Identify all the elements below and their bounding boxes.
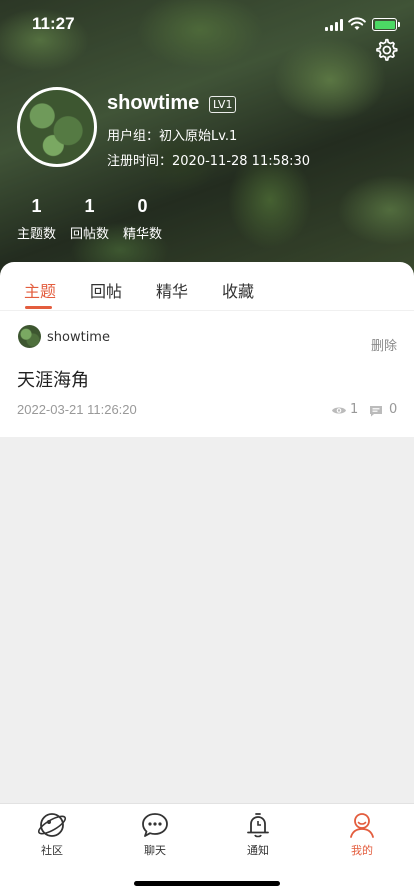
person-icon (350, 813, 374, 838)
delete-button[interactable]: 删除 (371, 335, 397, 354)
comment-icon (370, 406, 382, 417)
tab-favorites[interactable]: 收藏 (222, 278, 254, 302)
tabbar-label-me: 我的 (351, 844, 373, 857)
view-count: 1 (350, 402, 359, 417)
tab-replies[interactable]: 回帖 (90, 278, 122, 302)
chat-bubble-icon (142, 813, 168, 837)
tab-essence[interactable]: 精华 (156, 278, 188, 302)
home-indicator (134, 881, 280, 886)
tabbar-label-notifications: 通知 (247, 844, 269, 857)
stat-replies-value: 1 (84, 196, 95, 216)
tabbar-item-community[interactable]: 社区 (22, 810, 82, 858)
tabs-divider (0, 310, 414, 311)
post-time: 2022-03-21 11:26:20 (17, 402, 137, 417)
tabbar-label-chat: 聊天 (144, 844, 166, 857)
eye-icon (332, 407, 346, 414)
stat-topics-label: 主题数 (17, 227, 57, 242)
post-author-name[interactable]: showtime (47, 330, 110, 345)
wifi-icon (348, 17, 366, 30)
stat-essence-value: 0 (137, 196, 148, 216)
signal-icon (325, 19, 343, 31)
content-card: 主题 回帖 精华 收藏 showtime 删除 天涯海角 2022-03-21 … (0, 262, 414, 437)
status-bar: 11:27 (0, 0, 414, 48)
bell-icon (247, 813, 269, 838)
user-group-text: 用户组：初入原始Lv.1 (107, 129, 238, 144)
tab-topics[interactable]: 主题 (24, 278, 56, 302)
stat-essence[interactable]: 0 精华数 (123, 196, 162, 242)
gear-icon[interactable] (373, 37, 399, 63)
stat-topics-value: 1 (31, 196, 42, 216)
stat-replies-label: 回帖数 (70, 227, 110, 242)
tabbar-item-me[interactable]: 我的 (332, 810, 392, 858)
stat-replies[interactable]: 1 回帖数 (70, 196, 109, 242)
active-tab-indicator (25, 306, 52, 309)
planet-icon (37, 813, 67, 837)
tabbar-item-chat[interactable]: 聊天 (125, 810, 185, 858)
profile-username: showtime (107, 92, 200, 114)
level-badge: LV1 (209, 96, 237, 113)
tabbar-label-community: 社区 (41, 844, 63, 857)
register-time-text: 注册时间：2020-11-28 11:58:30 (107, 154, 311, 169)
battery-icon (372, 18, 400, 31)
post-title[interactable]: 天涯海角 (17, 366, 89, 392)
status-time: 11:27 (32, 14, 75, 33)
stat-topics[interactable]: 1 主题数 (17, 196, 56, 242)
profile-avatar[interactable] (17, 87, 97, 167)
post-author-avatar[interactable] (18, 325, 41, 348)
tabbar-item-notifications[interactable]: 通知 (228, 810, 288, 858)
stat-essence-label: 精华数 (123, 227, 163, 242)
comment-count: 0 (389, 402, 398, 417)
